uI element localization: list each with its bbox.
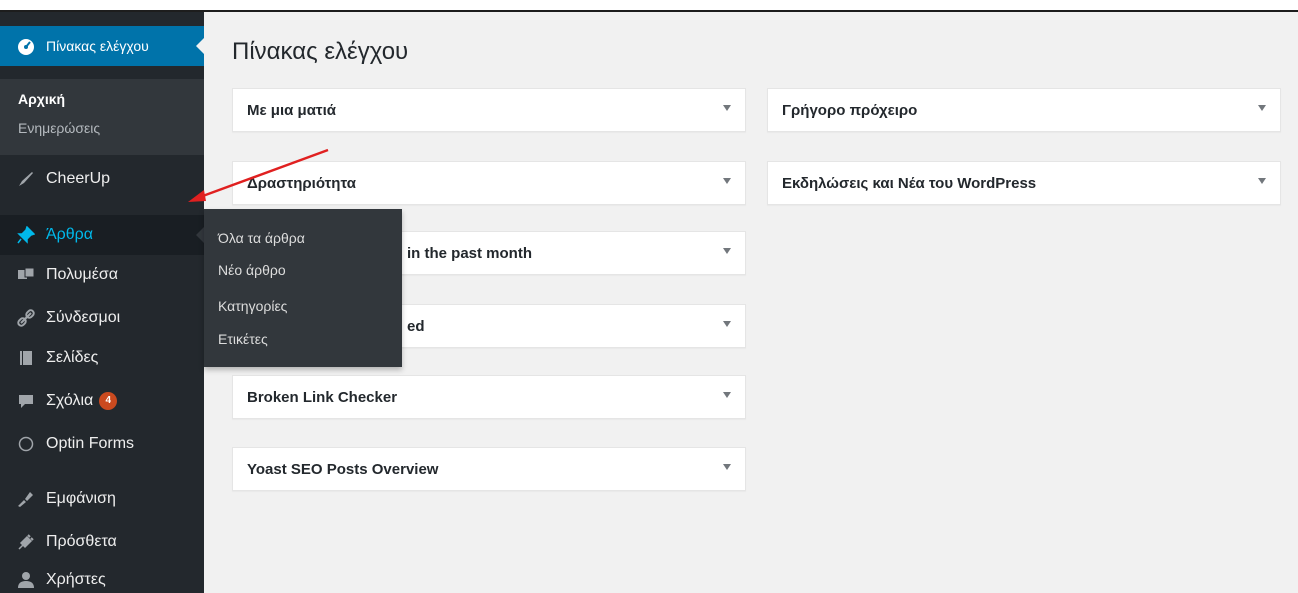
widget-title: Broken Link Checker — [247, 389, 398, 406]
page-title: Πίνακας ελέγχου — [232, 38, 409, 65]
dashboard-submenu: Αρχική Ενημερώσεις — [0, 79, 204, 155]
flyout-new-post[interactable]: Νέο άρθρο — [218, 262, 286, 278]
sidebar-item-label: CheerUp — [46, 170, 111, 187]
widget-title: Εκδηλώσεις και Νέα του WordPress — [782, 175, 1037, 192]
widget-title: ed — [407, 318, 425, 335]
posts-flyout-menu: Όλα τα άρθρα Νέο άρθρο Κατηγορίες Ετικέτ… — [204, 209, 402, 367]
sidebar-item-label: Σύνδεσμοι — [46, 309, 121, 326]
sidebar-item-label: Σελίδες — [46, 349, 99, 366]
sidebar-item-label: Άρθρα — [46, 226, 94, 243]
widget-yoast-seo[interactable]: Yoast SEO Posts Overview — [232, 447, 746, 491]
sidebar-item-users[interactable]: Χρήστες — [0, 560, 204, 593]
sidebar-item-pages[interactable]: Σελίδες — [0, 338, 204, 378]
flyout-categories[interactable]: Κατηγορίες — [218, 298, 287, 314]
flyout-all-posts[interactable]: Όλα τα άρθρα — [218, 230, 305, 246]
pages-icon — [16, 348, 36, 368]
sidebar-item-label: Χρήστες — [46, 571, 106, 588]
sidebar-item-plugins[interactable]: Πρόσθετα — [0, 522, 204, 562]
sidebar-item-links[interactable]: Σύνδεσμοι — [0, 298, 204, 338]
widget-wordpress-news[interactable]: Εκδηλώσεις και Νέα του WordPress — [767, 161, 1281, 205]
comment-count-badge: 4 — [99, 392, 118, 410]
toggle-arrow-icon[interactable] — [723, 178, 731, 184]
top-strip — [0, 0, 1298, 12]
sidebar-item-label: Πολυμέσα — [46, 266, 118, 283]
sidebar-item-media[interactable]: Πολυμέσα — [0, 255, 204, 295]
widget-title: Δραστηριότητα — [247, 175, 356, 192]
widget-quick-draft[interactable]: Γρήγορο πρόχειρο — [767, 88, 1281, 132]
toggle-arrow-icon[interactable] — [723, 248, 731, 254]
toggle-arrow-icon[interactable] — [723, 464, 731, 470]
sidebar-item-label: Πρόσθετα — [46, 533, 117, 550]
widget-broken-link-checker[interactable]: Broken Link Checker — [232, 375, 746, 419]
toggle-arrow-icon[interactable] — [723, 392, 731, 398]
submenu-home[interactable]: Αρχική — [18, 91, 65, 107]
widget-title: Με μια ματιά — [247, 102, 336, 119]
sidebar-item-label: Πίνακας ελέγχου — [46, 38, 149, 54]
link-icon — [16, 308, 36, 328]
widget-activity[interactable]: Δραστηριότητα — [232, 161, 746, 205]
appearance-icon — [16, 489, 36, 509]
submenu-updates[interactable]: Ενημερώσεις — [18, 120, 100, 136]
admin-sidebar: Πίνακας ελέγχου Αρχική Ενημερώσεις Cheer… — [0, 12, 204, 593]
flyout-tags[interactable]: Ετικέτες — [218, 331, 268, 347]
toggle-arrow-icon[interactable] — [1258, 105, 1266, 111]
brush-icon — [16, 169, 36, 189]
circle-icon — [16, 434, 36, 454]
sidebar-item-comments[interactable]: Σχόλια 4 — [0, 381, 204, 421]
sidebar-item-label: Σχόλια — [46, 392, 94, 409]
widget-title: in the past month — [407, 245, 532, 262]
sidebar-item-optin-forms[interactable]: Optin Forms — [0, 424, 204, 464]
toggle-arrow-icon[interactable] — [723, 321, 731, 327]
widget-title: Yoast SEO Posts Overview — [247, 461, 439, 478]
sidebar-item-label: Εμφάνιση — [46, 490, 116, 507]
sidebar-item-appearance[interactable]: Εμφάνιση — [0, 479, 204, 519]
sidebar-item-posts[interactable]: Άρθρα — [0, 215, 204, 255]
sidebar-item-dashboard[interactable]: Πίνακας ελέγχου — [0, 26, 204, 66]
toggle-arrow-icon[interactable] — [1258, 178, 1266, 184]
toggle-arrow-icon[interactable] — [723, 105, 731, 111]
sidebar-item-label: Optin Forms — [46, 435, 135, 452]
pin-icon — [16, 225, 36, 245]
sidebar-item-cheerup[interactable]: CheerUp — [0, 159, 204, 199]
media-icon — [16, 265, 36, 285]
widget-at-a-glance[interactable]: Με μια ματιά — [232, 88, 746, 132]
plugins-icon — [16, 532, 36, 552]
comment-icon — [16, 391, 36, 411]
users-icon — [16, 570, 36, 590]
dashboard-icon — [16, 36, 36, 56]
widget-title: Γρήγορο πρόχειρο — [782, 102, 918, 119]
